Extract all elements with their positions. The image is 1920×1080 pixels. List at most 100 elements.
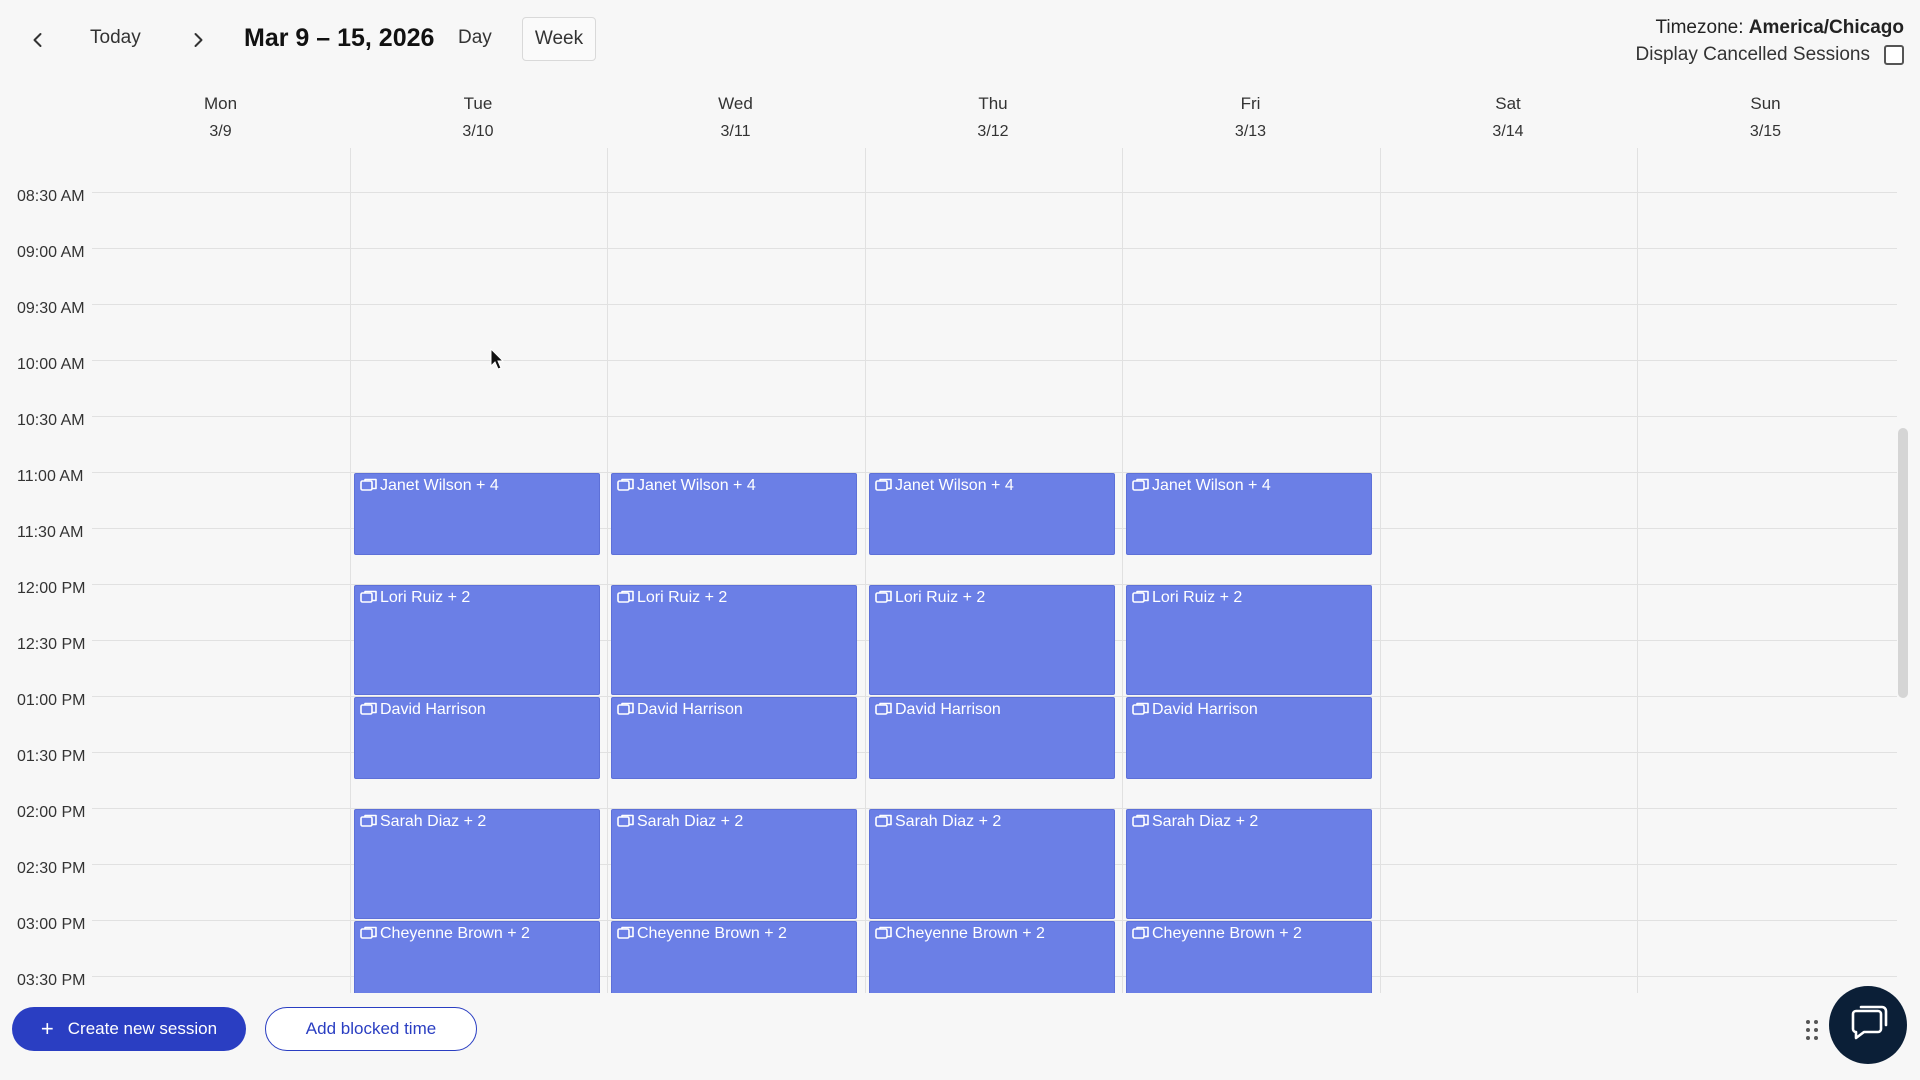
session-event[interactable]: David Harrison — [869, 697, 1115, 779]
drag-handle-icon[interactable] — [1804, 1018, 1820, 1042]
timezone-value: America/Chicago — [1748, 17, 1904, 38]
time-label: 08:00 AM — [17, 148, 85, 150]
group-session-icon — [1132, 702, 1149, 715]
group-session-icon — [1132, 814, 1149, 827]
group-session-icon — [875, 590, 892, 603]
timezone-display: Timezone: America/Chicago — [1655, 17, 1904, 39]
session-event-title: Janet Wilson + 4 — [637, 477, 756, 494]
calendar-scrollbar-thumb[interactable] — [1898, 428, 1908, 698]
day-view-button[interactable]: Day — [458, 27, 492, 49]
session-event-title: David Harrison — [1152, 701, 1258, 718]
create-new-session-button[interactable]: + Create new session — [12, 1007, 246, 1051]
session-event[interactable]: David Harrison — [611, 697, 857, 779]
group-session-icon — [875, 926, 892, 939]
group-session-icon — [875, 478, 892, 491]
session-event[interactable]: Sarah Diaz + 2 — [354, 809, 600, 919]
session-event-title: Sarah Diaz + 2 — [895, 813, 1002, 830]
day-name: Thu — [978, 94, 1008, 113]
day-column-divider — [865, 148, 866, 993]
day-date: 3/13 — [1234, 123, 1267, 140]
day-name: Sat — [1495, 94, 1521, 113]
group-session-icon — [360, 814, 377, 827]
add-blocked-time-button[interactable]: Add blocked time — [265, 1007, 477, 1051]
day-header-tue: Tue 3/10 — [350, 94, 607, 141]
session-event[interactable]: Sarah Diaz + 2 — [611, 809, 857, 919]
time-label: 02:30 PM — [17, 860, 86, 877]
day-header-fri: Fri 3/13 — [1122, 94, 1379, 141]
session-event-title: Cheyenne Brown + 2 — [895, 925, 1045, 942]
day-header-mon: Mon 3/9 — [92, 94, 349, 141]
session-event[interactable]: Cheyenne Brown + 2 — [869, 921, 1115, 993]
time-label: 10:00 AM — [17, 356, 85, 373]
time-label: 10:30 AM — [17, 412, 85, 429]
day-header-thu: Thu 3/12 — [865, 94, 1122, 141]
session-event-title: David Harrison — [637, 701, 743, 718]
time-label: 09:00 AM — [17, 244, 85, 261]
session-event[interactable]: Cheyenne Brown + 2 — [1126, 921, 1372, 993]
session-event[interactable]: Lori Ruiz + 2 — [869, 585, 1115, 695]
today-button[interactable]: Today — [90, 27, 141, 49]
time-label: 01:00 PM — [17, 692, 86, 709]
time-label: 02:00 PM — [17, 804, 86, 821]
session-event[interactable]: Janet Wilson + 4 — [611, 473, 857, 555]
previous-week-button[interactable] — [22, 22, 54, 58]
time-label: 03:00 PM — [17, 916, 86, 933]
session-event-title: David Harrison — [895, 701, 1001, 718]
session-event[interactable]: Janet Wilson + 4 — [1126, 473, 1372, 555]
session-event[interactable]: Cheyenne Brown + 2 — [611, 921, 857, 993]
group-session-icon — [875, 814, 892, 827]
group-session-icon — [617, 478, 634, 491]
time-gridline — [92, 192, 1897, 193]
day-column-divider — [1380, 148, 1381, 993]
time-label: 08:30 AM — [17, 188, 85, 205]
session-event-title: Lori Ruiz + 2 — [637, 589, 728, 606]
day-header-wed: Wed 3/11 — [607, 94, 864, 141]
chat-button[interactable] — [1829, 986, 1907, 1064]
calendar-toolbar: Today Mar 9 – 15, 2026 Day Week Timezone… — [0, 0, 1920, 80]
session-event-title: Lori Ruiz + 2 — [380, 589, 471, 606]
display-cancelled-checkbox[interactable] — [1884, 45, 1904, 65]
group-session-icon — [617, 702, 634, 715]
group-session-icon — [1132, 926, 1149, 939]
time-label: 09:30 AM — [17, 300, 85, 317]
session-event-title: Cheyenne Brown + 2 — [637, 925, 787, 942]
week-view-button[interactable]: Week — [522, 17, 596, 61]
session-event-title: Cheyenne Brown + 2 — [1152, 925, 1302, 942]
group-session-icon — [1132, 478, 1149, 491]
week-grid: 08:00 AM 08:30 AM 09:00 AM 09:30 AM 10:00 AM… — [0, 148, 1900, 993]
session-event[interactable]: Sarah Diaz + 2 — [869, 809, 1115, 919]
day-column-divider — [1122, 148, 1123, 993]
session-event[interactable]: Lori Ruiz + 2 — [611, 585, 857, 695]
group-session-icon — [617, 814, 634, 827]
create-new-session-label: Create new session — [67, 1019, 218, 1038]
session-event[interactable]: David Harrison — [1126, 697, 1372, 779]
time-label: 11:30 AM — [17, 524, 84, 541]
session-event[interactable]: Cheyenne Brown + 2 — [354, 921, 600, 993]
chevron-left-icon — [33, 33, 42, 47]
session-event[interactable]: Sarah Diaz + 2 — [1126, 809, 1372, 919]
day-date: 3/14 — [1492, 123, 1524, 140]
day-date: 3/11 — [720, 123, 751, 140]
session-event[interactable]: Lori Ruiz + 2 — [1126, 585, 1372, 695]
day-name: Mon — [203, 94, 238, 113]
group-session-icon — [875, 702, 892, 715]
group-session-icon — [360, 702, 377, 715]
day-name: Fri — [1240, 94, 1261, 113]
display-cancelled-label: Display Cancelled Sessions — [1635, 44, 1870, 65]
session-event[interactable]: Janet Wilson + 4 — [869, 473, 1115, 555]
session-event[interactable]: Janet Wilson + 4 — [354, 473, 600, 555]
day-date: 3/12 — [977, 123, 1009, 140]
session-event[interactable]: Lori Ruiz + 2 — [354, 585, 600, 695]
plus-icon: + — [40, 1016, 54, 1041]
time-gridline — [92, 360, 1897, 361]
session-event[interactable]: David Harrison — [354, 697, 600, 779]
session-event-title: Sarah Diaz + 2 — [637, 813, 744, 830]
session-event-title: David Harrison — [380, 701, 486, 718]
time-label: 11:00 AM — [17, 468, 84, 485]
next-week-button[interactable] — [182, 22, 214, 58]
mouse-cursor-icon — [490, 348, 505, 370]
session-event-title: Cheyenne Brown + 2 — [380, 925, 530, 942]
day-date: 3/10 — [462, 123, 494, 140]
day-column-divider — [350, 148, 351, 993]
time-label: 12:30 PM — [17, 636, 86, 653]
